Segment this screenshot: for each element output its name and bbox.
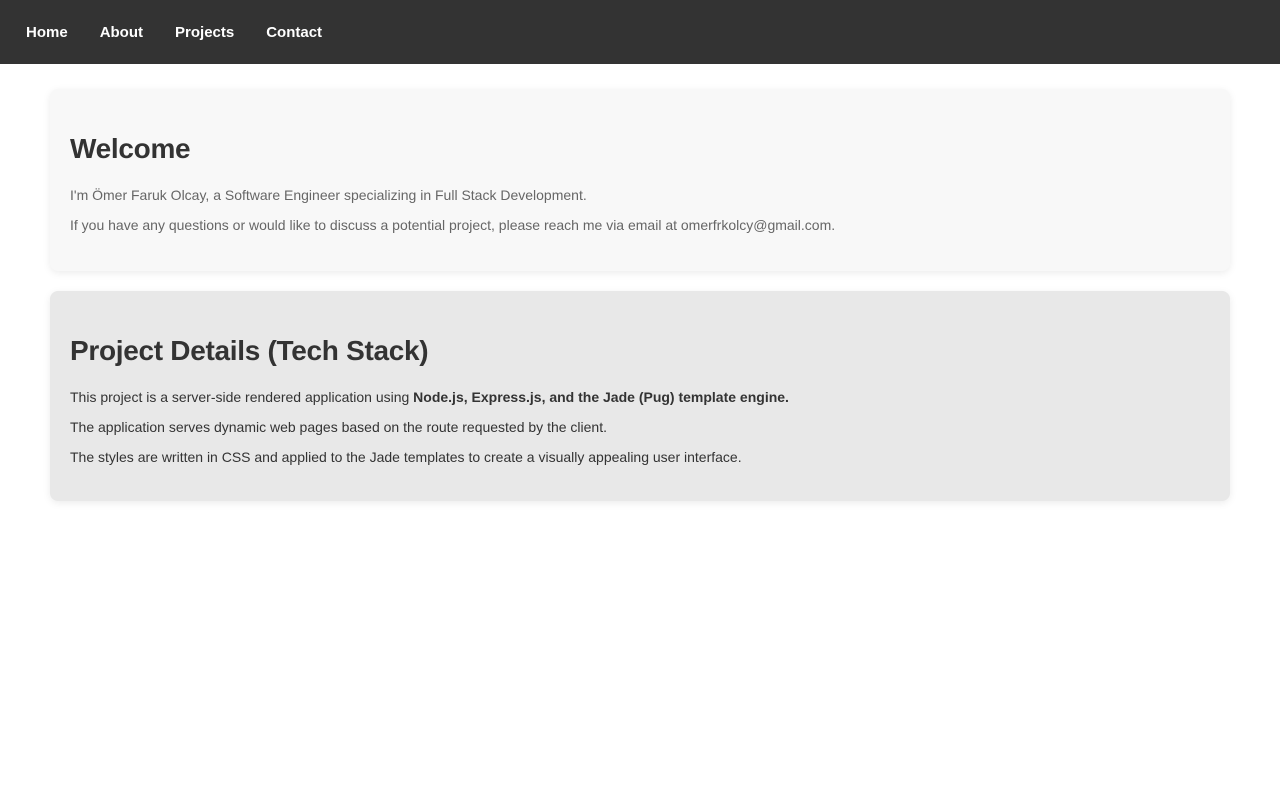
top-nav: Home About Projects Contact [0,0,1280,64]
nav-contact[interactable]: Contact [266,24,322,41]
project-line-3: The styles are written in CSS and applie… [70,449,742,465]
tech-stack: Node.js, Express.js, and the Jade (Pug) … [413,389,789,405]
welcome-title: Welcome [70,133,191,164]
nav-projects[interactable]: Projects [175,24,234,41]
project-line-1: This project is a server-side rendered a… [70,389,1210,405]
project-line-1-text: This project is a server-side rendered a… [70,389,414,405]
welcome-card: Welcome I'm Ömer Faruk Olcay, a Software… [50,89,1230,271]
nav-home[interactable]: Home [26,24,68,41]
welcome-intro: I'm Ömer Faruk Olcay, a Software Enginee… [70,187,587,203]
project-line-2: The application serves dynamic web pages… [70,419,607,435]
nav-about[interactable]: About [100,24,143,41]
project-title: Project Details (Tech Stack) [70,335,429,366]
welcome-contact: If you have any questions or would like … [70,217,836,233]
project-card: Project Details (Tech Stack) This projec… [50,291,1230,501]
